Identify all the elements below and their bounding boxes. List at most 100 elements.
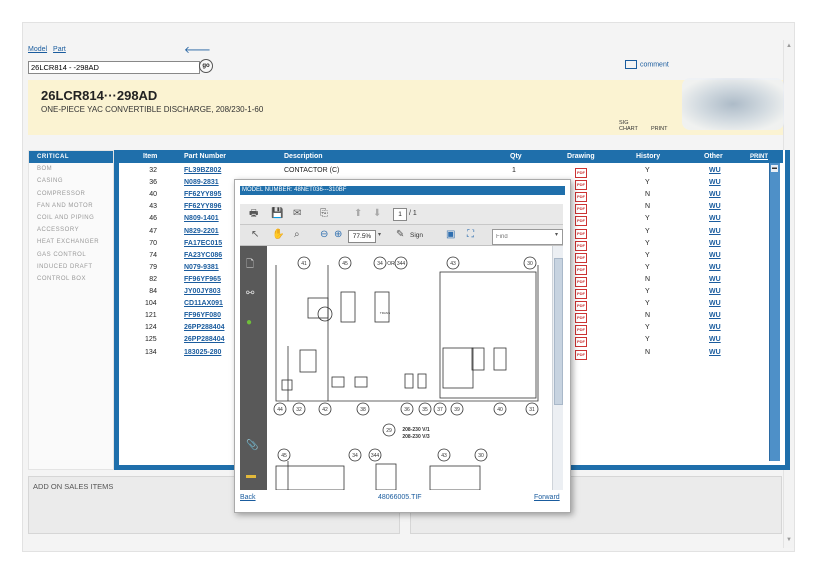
pdf-icon[interactable]: PDF [575, 168, 587, 178]
attachment-icon[interactable]: 📎 [246, 440, 258, 451]
row-other-link[interactable]: WU [709, 349, 721, 356]
row-other-link[interactable]: WU [709, 312, 721, 319]
row-part-link[interactable]: FF62YY896 [184, 203, 221, 210]
row-other-link[interactable]: WU [709, 300, 721, 307]
row-part-link[interactable]: N829-2201 [184, 228, 219, 235]
popup-forward-link[interactable]: Forward [534, 494, 560, 501]
prev-page-icon[interactable]: ⬆ [354, 208, 362, 220]
row-part-link[interactable]: N089-2831 [184, 179, 219, 186]
page-number-input[interactable]: 1 [393, 208, 407, 221]
pdf-icon[interactable]: PDF [575, 325, 587, 336]
viewer-scroll-thumb[interactable] [554, 258, 563, 405]
row-other-link[interactable]: WU [709, 191, 721, 198]
row-part-link[interactable]: FF62YY895 [184, 191, 221, 198]
popup-back-link[interactable]: Back [240, 494, 256, 501]
search-input[interactable] [28, 61, 200, 74]
sidebar-item-coil-and-piping[interactable]: COIL AND PIPING [29, 212, 113, 224]
pdf-icon[interactable]: PDF [575, 228, 587, 239]
row-part-link[interactable]: N809-1401 [184, 215, 219, 222]
sidebar-item-induced-draft[interactable]: INDUCED DRAFT [29, 261, 113, 273]
help-icon[interactable]: ● [246, 317, 252, 328]
fullscreen-icon[interactable]: ⛶ [467, 229, 474, 241]
sidebar-item-control-box[interactable]: CONTROL BOX [29, 273, 113, 285]
row-other-link[interactable]: WU [709, 240, 721, 247]
sidebar-item-bom[interactable]: BOM [29, 163, 113, 175]
fit-page-icon[interactable]: ▣ [446, 229, 455, 241]
row-part-link[interactable]: JY00JY803 [184, 288, 221, 295]
chevron-down-icon[interactable]: ▾ [378, 229, 381, 241]
pdf-icon[interactable]: PDF [575, 240, 587, 251]
share-icon[interactable]: ⎘ [320, 208, 328, 220]
sign-button[interactable]: Sign [410, 232, 423, 239]
row-part-link[interactable]: 183025-280 [184, 349, 221, 356]
row-other-link[interactable]: WU [709, 324, 721, 331]
pdf-icon[interactable]: PDF [575, 180, 587, 191]
print-table-link[interactable]: PRINT [750, 154, 768, 160]
row-part-link[interactable]: CD11AX091 [184, 300, 223, 307]
row-other-link[interactable]: WU [709, 264, 721, 271]
find-input[interactable] [492, 229, 563, 245]
row-other-link[interactable]: WU [709, 228, 721, 235]
row-other-link[interactable]: WU [709, 179, 721, 186]
viewer-scrollbar[interactable] [552, 246, 563, 490]
row-part-link[interactable]: FA17EC015 [184, 240, 222, 247]
sig-chart-link[interactable]: SIG CHART [619, 120, 638, 132]
row-other-link[interactable]: WU [709, 215, 721, 222]
row-other-link[interactable]: WU [709, 167, 721, 174]
pdf-icon[interactable]: PDF [575, 337, 587, 348]
pdf-icon[interactable]: PDF [575, 276, 587, 287]
row-other-link[interactable]: WU [709, 203, 721, 210]
row-part-link[interactable]: N079-9381 [184, 264, 219, 271]
find-dropdown-icon[interactable]: ▾ [555, 229, 558, 241]
sidebar-item-fan-and-motor[interactable]: FAN AND MOTOR [29, 200, 113, 212]
scroll-up-icon[interactable]: ▲ [785, 42, 793, 50]
row-part-link[interactable]: FA23YC086 [184, 252, 222, 259]
go-button[interactable]: go [199, 59, 213, 73]
row-part-link[interactable]: FL39BZ802 [184, 167, 221, 174]
row-part-link[interactable]: 26PP288404 [184, 324, 224, 331]
pdf-icon[interactable]: PDF [575, 252, 587, 263]
binoculars-icon[interactable]: ⚯ [246, 288, 254, 299]
sidebar-item-critical[interactable]: CRITICAL [29, 151, 113, 164]
pdf-icon[interactable]: PDF [575, 192, 587, 203]
row-other-link[interactable]: WU [709, 288, 721, 295]
zoom-select[interactable]: 77.5% [348, 230, 376, 243]
back-arrow-icon[interactable]: 🡐 [184, 44, 211, 56]
pdf-icon[interactable]: PDF [575, 289, 587, 299]
row-other-link[interactable]: WU [709, 276, 721, 283]
row-part-link[interactable]: FF96YF080 [184, 312, 221, 319]
comment-link[interactable]: comment [625, 60, 669, 69]
pdf-icon[interactable]: PDF [575, 349, 587, 360]
part-link[interactable]: Part [53, 46, 66, 53]
row-part-link[interactable]: FF96YF965 [184, 276, 221, 283]
scroll-down-icon[interactable]: ▼ [785, 536, 793, 544]
model-link[interactable]: Model [28, 46, 47, 53]
row-part-link[interactable]: 26PP288404 [184, 336, 224, 343]
zoom-in-icon[interactable]: ⊕ [334, 229, 342, 241]
table-scrollbar[interactable]: ▬ [769, 163, 780, 461]
comments-icon[interactable]: ▬ [246, 470, 256, 481]
zoom-tool-icon[interactable]: ⌕ [294, 229, 300, 241]
hand-tool-icon[interactable]: ✋ [272, 229, 284, 241]
next-page-icon[interactable]: ⬇ [373, 208, 381, 220]
zoom-out-icon[interactable]: ⊖ [320, 229, 328, 241]
pdf-icon[interactable]: PDF [575, 301, 587, 312]
pdf-icon[interactable]: PDF [575, 313, 587, 324]
pdf-icon[interactable]: PDF [575, 216, 587, 227]
pdf-icon[interactable]: PDF [575, 264, 587, 275]
pages-icon[interactable]: 🗋 [246, 257, 254, 274]
sidebar-item-compressor[interactable]: COMPRESSOR [29, 188, 113, 200]
sidebar-item-gas-control[interactable]: GAS CONTROL [29, 249, 113, 261]
row-other-link[interactable]: WU [709, 252, 721, 259]
scroll-up-icon[interactable]: ▬ [771, 165, 778, 172]
save-icon[interactable]: 💾 [271, 208, 283, 220]
email-icon[interactable]: ✉ [293, 208, 301, 220]
sidebar-item-accessory[interactable]: ACCESSORY [29, 224, 113, 236]
row-other-link[interactable]: WU [709, 336, 721, 343]
pdf-icon[interactable]: PDF [575, 204, 587, 215]
sidebar-item-casing[interactable]: CASING [29, 175, 113, 187]
sidebar-item-heat-exchanger[interactable]: HEAT EXCHANGER [29, 236, 113, 248]
print-icon[interactable]: 🖶 [249, 208, 258, 220]
print-link[interactable]: PRINT [651, 126, 668, 132]
select-tool-icon[interactable]: ↖ [251, 229, 259, 241]
